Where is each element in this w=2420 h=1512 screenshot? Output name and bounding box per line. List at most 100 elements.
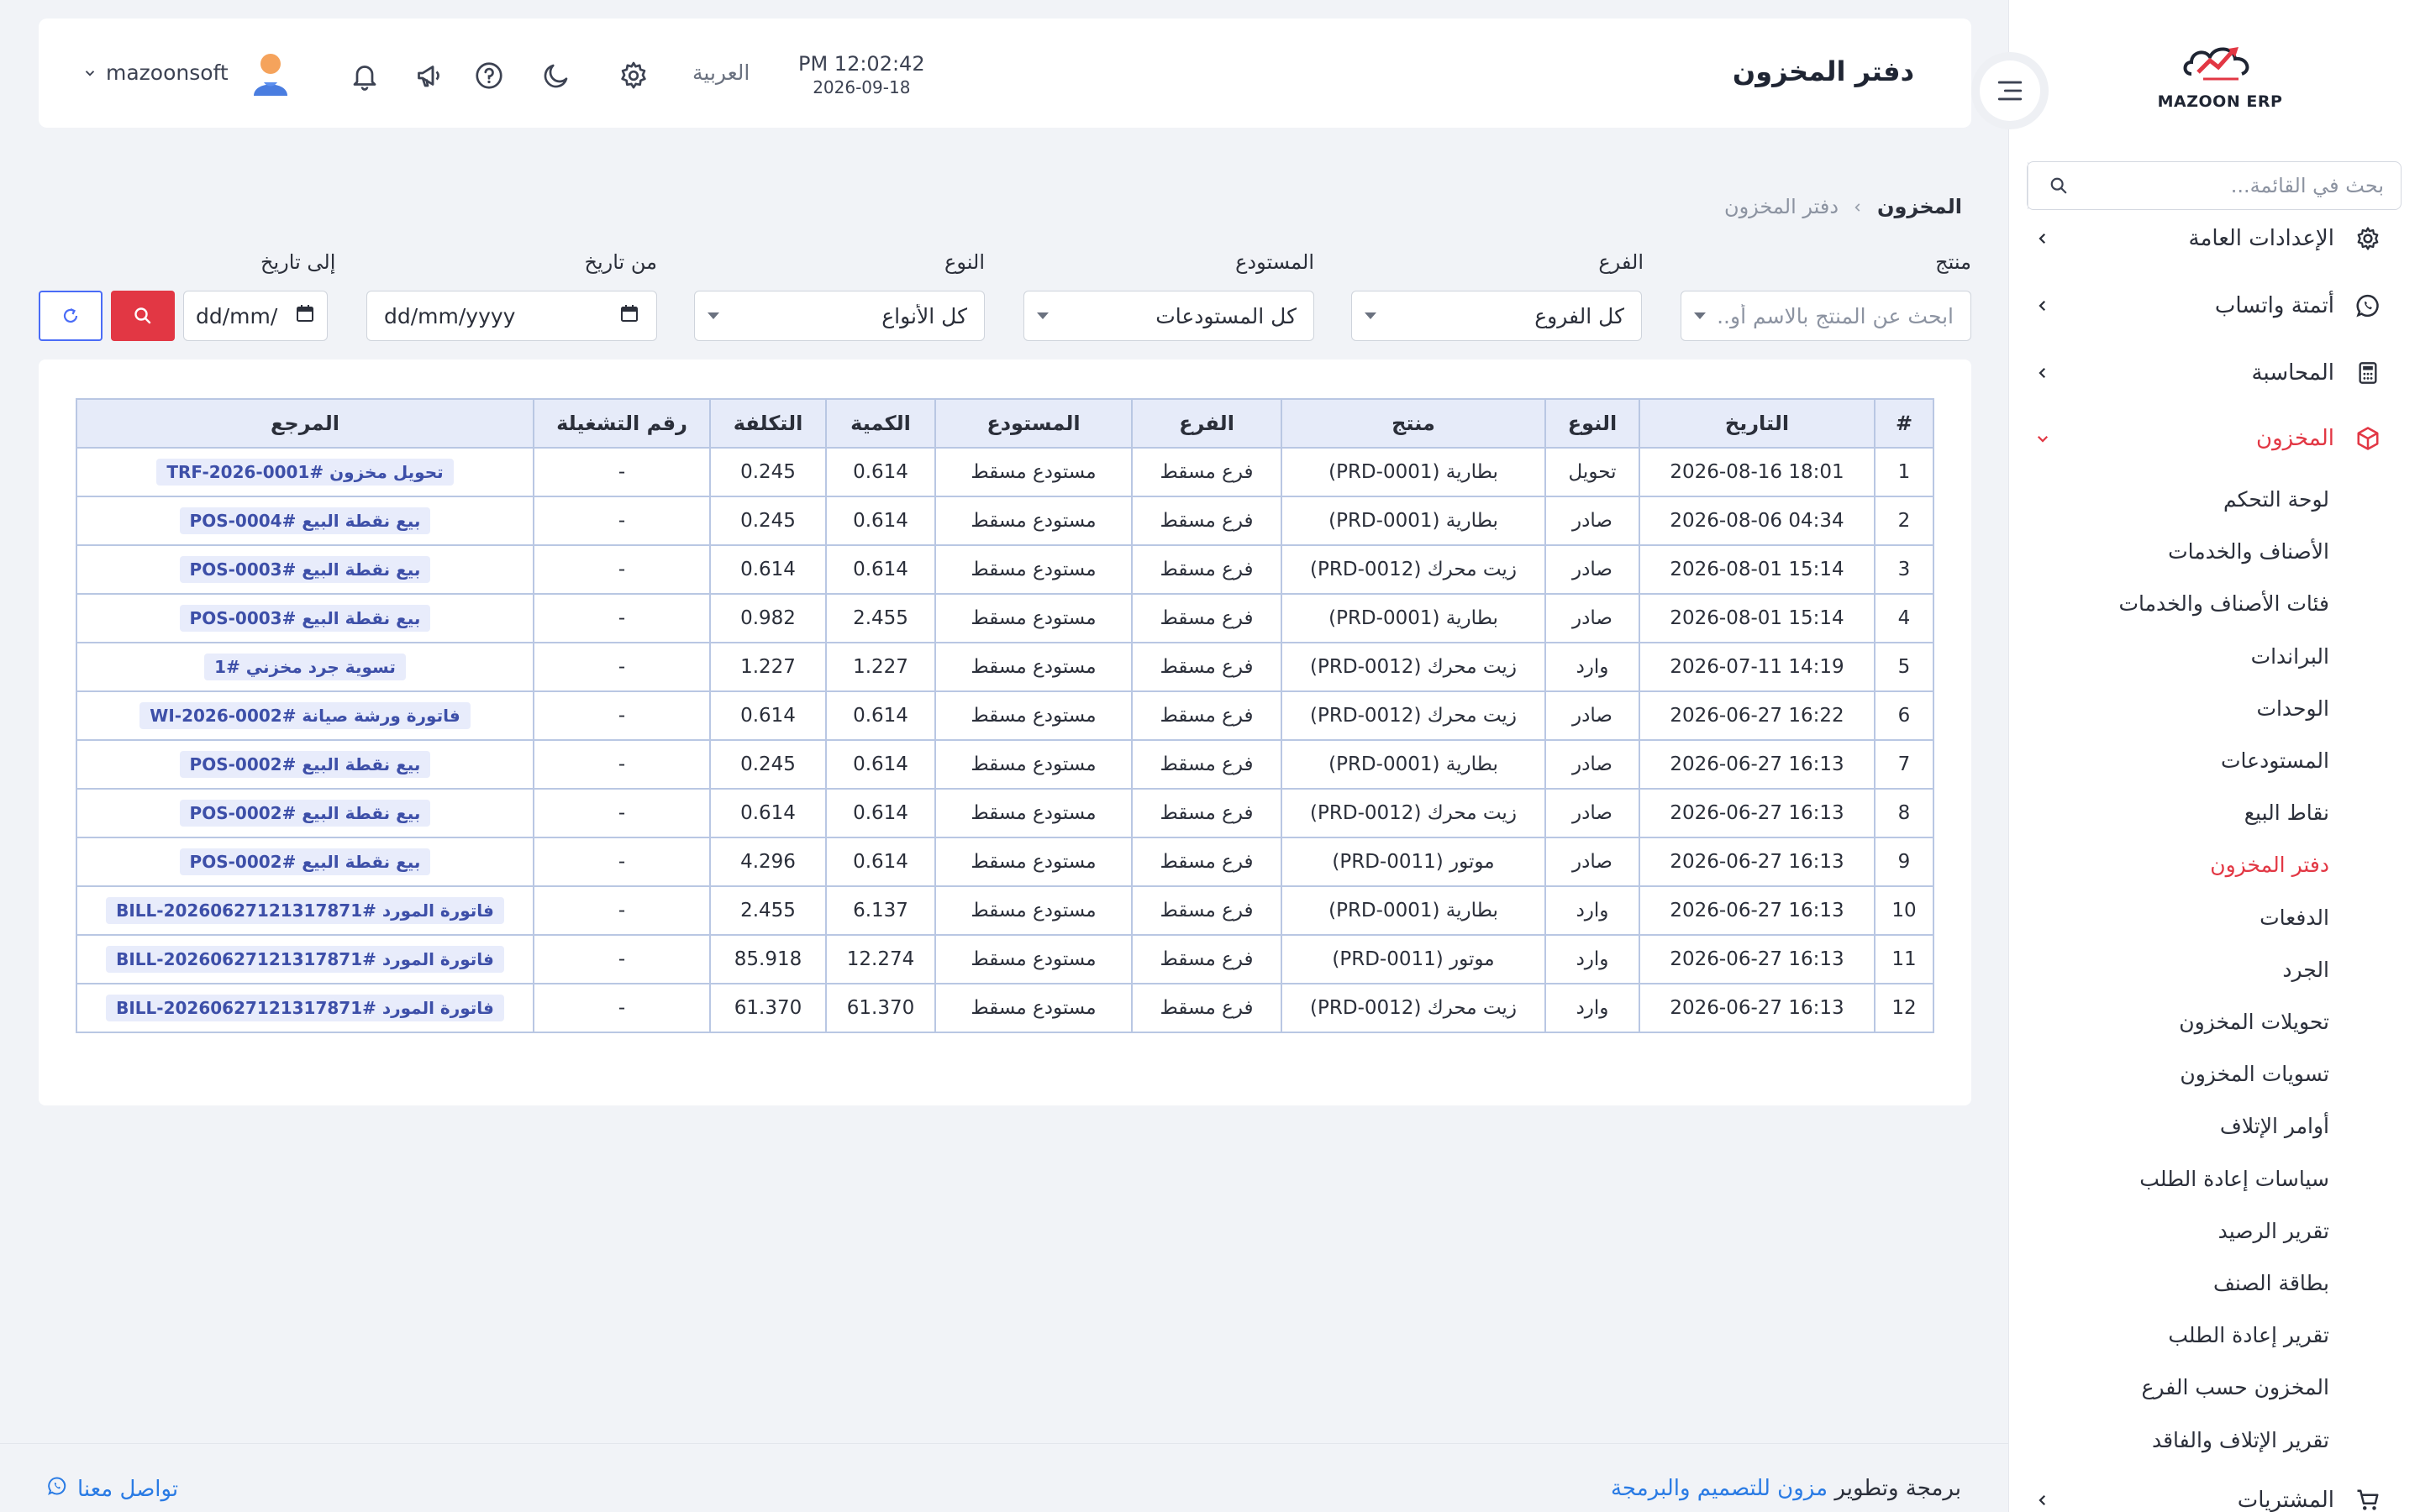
col-header-product[interactable]: منتج bbox=[1281, 398, 1546, 449]
table-row[interactable]: 12 2026-06-27 16:13 وارد زيت محرك (PRD-0012… bbox=[76, 983, 1934, 1033]
whatsapp-icon bbox=[47, 1476, 67, 1502]
table-row[interactable]: 11 2026-06-27 16:13 وارد موتور (PRD-0011) فر… bbox=[76, 934, 1934, 984]
sidebar-item-inventory[interactable]: المخزون bbox=[2030, 415, 2383, 462]
table-row[interactable]: 5 2026-07-11 14:19 وارد زيت محرك (PRD-0012)… bbox=[76, 642, 1934, 692]
footer-brand-link[interactable]: مزون للتصميم والبرمجة bbox=[1611, 1476, 1828, 1501]
cell-reference: بيع نقطة البيع #POS-0003 bbox=[76, 544, 534, 595]
sidebar-search[interactable] bbox=[2027, 161, 2402, 210]
logo[interactable]: MAZOON ERP bbox=[2153, 37, 2287, 113]
table-row[interactable]: 6 2026-06-27 16:22 صادر زيت محرك (PRD-0012)… bbox=[76, 690, 1934, 741]
whatsapp-icon bbox=[2353, 291, 2383, 321]
sidebar-toggle-button[interactable] bbox=[1971, 52, 2049, 129]
reference-badge-link[interactable]: تسوية جرد مخزني #1 bbox=[204, 654, 406, 680]
reference-badge-link[interactable]: فاتورة المورد #BILL-20260627121317871 bbox=[106, 946, 504, 973]
to-date-value: dd/mm/ bbox=[196, 303, 278, 328]
sidebar-subitem[interactable]: البراندات bbox=[2251, 644, 2329, 669]
sidebar-item-accounting[interactable]: المحاسبة bbox=[2030, 349, 2383, 396]
branch-filter-select[interactable]: كل الفروع bbox=[1351, 291, 1642, 341]
sidebar-subitem[interactable]: تحويلات المخزون bbox=[2179, 1010, 2329, 1034]
megaphone-icon[interactable] bbox=[413, 59, 447, 92]
sidebar-subitem[interactable]: الجرد bbox=[2282, 958, 2329, 982]
to-date-input[interactable]: dd/mm/ bbox=[183, 291, 328, 341]
contact-link[interactable]: تواصل معنا bbox=[47, 1476, 178, 1502]
user-name[interactable]: mazoonsoft bbox=[106, 60, 229, 85]
sidebar-subitem[interactable]: تقرير الإتلاف والفاقد bbox=[2152, 1428, 2329, 1452]
breadcrumb-root[interactable]: المخزون bbox=[1877, 195, 1962, 218]
col-header-quantity[interactable]: الكمية bbox=[825, 398, 936, 449]
cell-warehouse: مستودع مسقط bbox=[934, 593, 1133, 643]
sidebar-subitem[interactable]: لوحة التحكم bbox=[2223, 487, 2329, 512]
reference-badge-link[interactable]: بيع نقطة البيع #POS-0004 bbox=[179, 507, 431, 534]
sidebar-subitem[interactable]: أوامر الإتلاف bbox=[2220, 1114, 2329, 1138]
cell-quantity: 0.614 bbox=[825, 496, 936, 546]
col-header-warehouse[interactable]: المستودع bbox=[934, 398, 1133, 449]
reference-badge-link[interactable]: بيع نقطة البيع #POS-0003 bbox=[179, 556, 431, 583]
sidebar-item-whatsapp-automation[interactable]: أتمتة واتساب bbox=[2030, 282, 2383, 329]
sidebar-item-purchases[interactable]: المشتريات bbox=[2030, 1477, 2383, 1512]
cell-date: 2026-06-27 16:22 bbox=[1639, 690, 1876, 741]
cell-date: 2026-08-06 04:34 bbox=[1639, 496, 1876, 546]
gear-icon[interactable] bbox=[617, 59, 650, 92]
sidebar-subitem[interactable]: تقرير الرصيد bbox=[2218, 1219, 2329, 1243]
help-icon[interactable] bbox=[472, 59, 506, 92]
search-icon[interactable] bbox=[2028, 162, 2088, 209]
refresh-button[interactable] bbox=[39, 291, 103, 341]
col-header-branch[interactable]: الفرع bbox=[1131, 398, 1282, 449]
reference-badge-link[interactable]: فاتورة المورد #BILL-20260627121317871 bbox=[106, 995, 504, 1021]
sidebar-subitem[interactable]: الوحدات bbox=[2256, 696, 2329, 721]
table-row[interactable]: 7 2026-06-27 16:13 صادر بطارية (PRD-0001) فر… bbox=[76, 739, 1934, 790]
table-row[interactable]: 8 2026-06-27 16:13 صادر زيت محرك (PRD-0012)… bbox=[76, 788, 1934, 838]
chevron-left-icon bbox=[2030, 1488, 2055, 1512]
sidebar-subitem[interactable]: الأصناف والخدمات bbox=[2168, 539, 2329, 564]
col-header-type[interactable]: النوع bbox=[1544, 398, 1640, 449]
breadcrumb: المخزون دفتر المخزون bbox=[1724, 195, 1962, 218]
reference-badge-link[interactable]: بيع نقطة البيع #POS-0003 bbox=[179, 605, 431, 632]
sidebar-subitem[interactable]: المخزون حسب الفرع bbox=[2142, 1375, 2330, 1399]
sidebar-subitem[interactable]: سياسات إعادة الطلب bbox=[2139, 1167, 2329, 1191]
reference-badge-link[interactable]: بيع نقطة البيع #POS-0002 bbox=[179, 751, 431, 778]
col-header-cost[interactable]: التكلفة bbox=[709, 398, 827, 449]
sidebar-subitem[interactable]: بطاقة الصنف bbox=[2213, 1271, 2329, 1295]
language-switch[interactable]: العربية bbox=[692, 60, 750, 85]
sidebar-search-input[interactable] bbox=[2088, 162, 2401, 209]
sidebar-subitem[interactable]: دفتر المخزون bbox=[2210, 853, 2329, 877]
search-button[interactable] bbox=[111, 291, 175, 341]
cell-reference: فاتورة المورد #BILL-20260627121317871 bbox=[76, 983, 534, 1033]
reference-badge-link[interactable]: فاتورة ورشة صيانة #WI-2026-0002 bbox=[139, 702, 471, 729]
chevron-down-icon[interactable] bbox=[81, 66, 97, 82]
table-row[interactable]: 4 2026-08-01 15:14 صادر بطارية (PRD-0001) فر… bbox=[76, 593, 1934, 643]
calendar-icon[interactable] bbox=[295, 303, 315, 328]
col-header-index[interactable]: # bbox=[1874, 398, 1934, 449]
cell-type: وارد bbox=[1544, 885, 1640, 936]
table-row[interactable]: 9 2026-06-27 16:13 صادر موتور (PRD-0011) فرع… bbox=[76, 837, 1934, 887]
cell-cost: 0.614 bbox=[709, 690, 827, 741]
reference-badge-link[interactable]: بيع نقطة البيع #POS-0002 bbox=[179, 800, 431, 827]
calendar-icon[interactable] bbox=[619, 303, 639, 328]
from-date-input[interactable]: dd/mm/yyyy bbox=[366, 291, 657, 341]
cell-index: 7 bbox=[1874, 739, 1934, 790]
cell-cost: 1.227 bbox=[709, 642, 827, 692]
reference-badge-link[interactable]: بيع نقطة البيع #POS-0002 bbox=[179, 848, 431, 875]
avatar[interactable] bbox=[249, 50, 292, 97]
col-header-batch[interactable]: رقم التشغيلة bbox=[533, 398, 711, 449]
bell-icon[interactable] bbox=[348, 59, 381, 92]
table-row[interactable]: 3 2026-08-01 15:14 صادر زيت محرك (PRD-0012)… bbox=[76, 544, 1934, 595]
table-row[interactable]: 2 2026-08-06 04:34 صادر بطارية (PRD-0001) فر… bbox=[76, 496, 1934, 546]
warehouse-filter-select[interactable]: كل المستودعات bbox=[1023, 291, 1314, 341]
sidebar-subitem[interactable]: نقاط البيع bbox=[2244, 801, 2329, 825]
reference-badge-link[interactable]: فاتورة المورد #BILL-20260627121317871 bbox=[106, 897, 504, 924]
table-row[interactable]: 1 2026-08-16 18:01 تحويل بطارية (PRD-0001) ف… bbox=[76, 447, 1934, 497]
sidebar-item-general-settings[interactable]: الإعدادات العامة bbox=[2030, 215, 2383, 262]
reference-badge-link[interactable]: تحويل مخزون #TRF-2026-0001 bbox=[156, 459, 454, 486]
table-row[interactable]: 10 2026-06-27 16:13 وارد بطارية (PRD-0001) ف… bbox=[76, 885, 1934, 936]
type-filter-select[interactable]: كل الأنواع bbox=[694, 291, 985, 341]
sidebar-subitem[interactable]: تقرير إعادة الطلب bbox=[2168, 1323, 2329, 1347]
col-header-date[interactable]: التاريخ bbox=[1639, 398, 1876, 449]
sidebar-subitem[interactable]: تسويات المخزون bbox=[2180, 1062, 2329, 1086]
sidebar-subitem[interactable]: المستودعات bbox=[2221, 748, 2329, 773]
product-filter-select[interactable]: ابحث عن المنتج بالاسم أو... bbox=[1681, 291, 1971, 341]
col-header-reference[interactable]: المرجع bbox=[76, 398, 534, 449]
dark-mode-moon-icon[interactable] bbox=[539, 59, 573, 92]
sidebar-subitem[interactable]: الدفعات bbox=[2260, 906, 2329, 930]
sidebar-subitem[interactable]: فئات الأصناف والخدمات bbox=[2119, 591, 2330, 616]
